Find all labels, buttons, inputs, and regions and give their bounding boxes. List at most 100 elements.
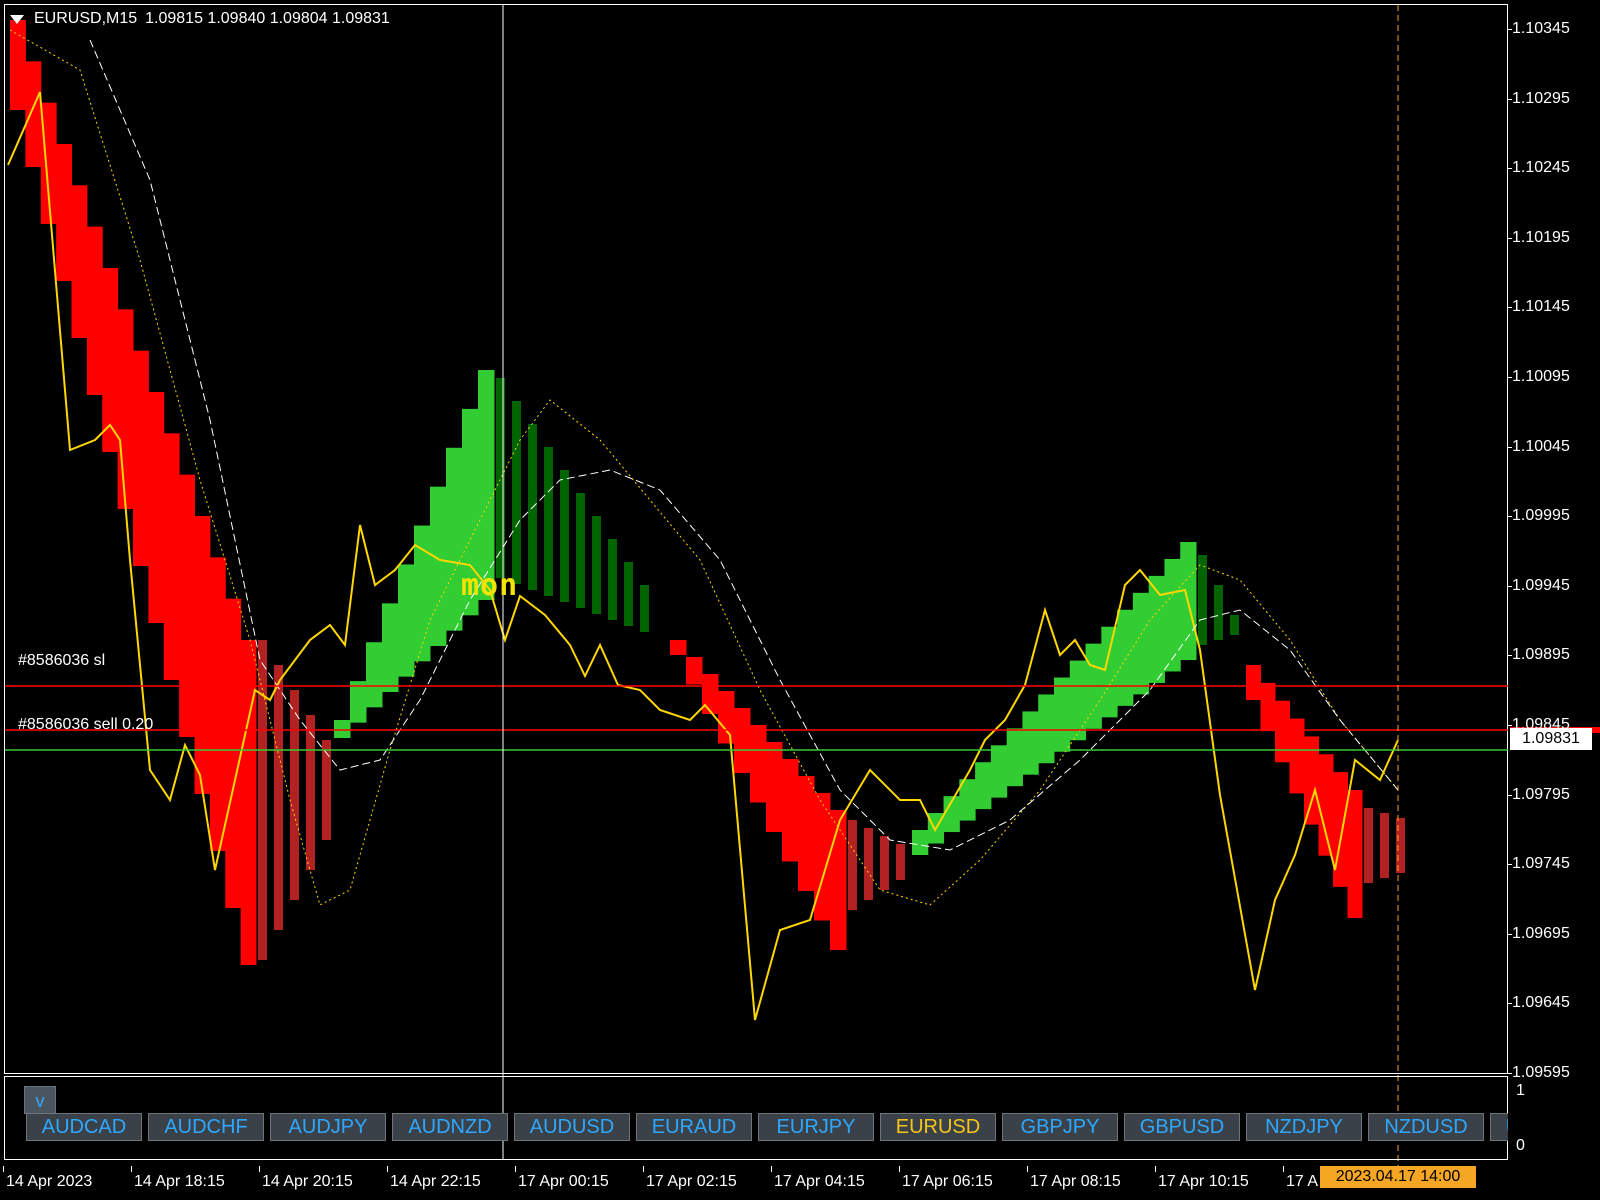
bull-fade-bar xyxy=(624,562,633,626)
bull-ribbon-bar xyxy=(1006,728,1023,787)
bear-ribbon-bar xyxy=(25,61,42,168)
price-tick: 1.09695 xyxy=(1507,924,1570,942)
toggle-pairs-button[interactable]: v xyxy=(24,1086,56,1114)
bear-fade-bar xyxy=(1364,808,1373,883)
time-tick: 17 Apr 02:15 xyxy=(643,1166,737,1190)
symbol-button-audchf[interactable]: AUDCHF xyxy=(148,1113,264,1141)
symbol-timeframe: EURUSD,M15 xyxy=(34,10,138,27)
bull-ribbon-bar xyxy=(382,603,399,692)
bear-ribbon-bar xyxy=(179,474,195,737)
bull-ribbon-bar xyxy=(350,681,367,723)
symbol-button-gbpjpy[interactable]: GBPJPY xyxy=(1002,1113,1118,1141)
price-tick: 1.10295 xyxy=(1507,89,1570,107)
bear-ribbon-bar xyxy=(1246,665,1261,700)
bear-ribbon-bar xyxy=(734,708,751,773)
bull-ribbon-bar xyxy=(1022,711,1039,775)
bear-fade-bar xyxy=(274,665,283,930)
bear-fade-bar xyxy=(880,836,889,890)
time-tick: 17 Apr 00:15 xyxy=(515,1166,609,1190)
bear-ribbon-bar xyxy=(1318,754,1334,856)
bear-ribbon-bar xyxy=(56,144,72,281)
bull-fade-bar xyxy=(1230,615,1239,635)
bear-ribbon-bar xyxy=(133,350,149,566)
price-tick: 1.10345 xyxy=(1507,20,1570,37)
bear-fade-bar xyxy=(864,828,873,900)
sell-order-label: #8586036 sell 0.20 xyxy=(18,716,154,733)
bear-fade-bar xyxy=(306,715,315,870)
price-tick: 1.10145 xyxy=(1507,298,1570,316)
bear-fade-bar xyxy=(896,844,905,880)
bull-fade-bar xyxy=(576,493,585,608)
chart-plot xyxy=(5,5,1600,1166)
bull-ribbon-bar xyxy=(1069,660,1087,741)
bull-ribbon-bar xyxy=(975,762,992,810)
bull-ribbon-bar xyxy=(334,720,351,738)
bear-ribbon-bar xyxy=(1347,790,1363,918)
bull-ribbon-bar xyxy=(990,745,1008,798)
sl-order-label: #8586036 sl xyxy=(18,652,106,669)
bull-ribbon-bar xyxy=(1164,558,1181,672)
menu-triangle-icon[interactable] xyxy=(10,14,24,24)
bear-fade-bar xyxy=(322,740,331,840)
price-tick: 1.10045 xyxy=(1507,437,1570,455)
bear-ribbon-bar xyxy=(782,759,799,862)
symbol-button-audcad[interactable]: AUDCAD xyxy=(26,1113,142,1141)
bear-ribbon-bar xyxy=(1260,682,1276,732)
price-tick: 1.09995 xyxy=(1507,507,1570,525)
bear-ribbon-bar xyxy=(225,598,242,908)
time-tick: 14 Apr 22:15 xyxy=(387,1166,481,1190)
bear-ribbon-bar xyxy=(702,674,719,714)
price-tick: 1.09595 xyxy=(1507,1064,1570,1081)
symbol-header: EURUSD,M15 1.09815 1.09840 1.09804 1.098… xyxy=(10,10,390,28)
bull-ribbon-bar xyxy=(1054,677,1071,752)
bear-ribbon-bar xyxy=(194,516,211,794)
price-tick: 1.09895 xyxy=(1507,646,1570,664)
bear-fade-bar xyxy=(848,820,857,910)
bear-ribbon-bar xyxy=(71,185,88,338)
bull-ribbon-bar xyxy=(366,642,383,708)
symbol-button-eurusd[interactable]: EURUSD xyxy=(880,1113,996,1141)
time-tick: 17 Apr 04:15 xyxy=(771,1166,865,1190)
time-tick: 17 Apr 06:15 xyxy=(899,1166,993,1190)
bull-ribbon-bar xyxy=(446,447,463,631)
cursor-time-label: 2023.04.17 14:00 xyxy=(1320,1166,1476,1188)
bull-ribbon-bar xyxy=(430,486,447,646)
bull-ribbon-bar xyxy=(1101,626,1118,718)
bear-ribbon-bar xyxy=(766,742,783,832)
symbol-button-nzdjpy[interactable]: NZDJPY xyxy=(1246,1113,1362,1141)
time-tick: 14 Apr 20:15 xyxy=(259,1166,353,1190)
price-tick: 1.10245 xyxy=(1507,159,1570,177)
bull-fade-bar xyxy=(496,378,505,578)
symbol-button-audjpy[interactable]: AUDJPY xyxy=(270,1113,386,1141)
session-label: mon xyxy=(461,568,519,603)
bull-fade-bar xyxy=(1214,585,1223,640)
symbol-button-bar: AUDCAD AUDCHF AUDJPY AUDNZD AUDUSD EURAUD EURJ… xyxy=(26,1113,1508,1143)
price-tick: 1.09945 xyxy=(1507,576,1570,594)
bull-fade-bar xyxy=(512,401,521,584)
price-axis: 1.10345 1.10295 1.10245 1.10195 1.10145 1.100… xyxy=(1507,0,1600,1166)
symbol-button-euraud[interactable]: EURAUD xyxy=(636,1113,752,1141)
symbol-button-audnzd[interactable]: AUDNZD xyxy=(392,1113,508,1141)
bull-fade-bar xyxy=(640,585,649,632)
time-tick: 17 Apr 08:15 xyxy=(1027,1166,1121,1190)
bear-ribbon-bar xyxy=(830,810,847,950)
bull-fade-bar xyxy=(1198,555,1207,645)
bull-ribbon-bar xyxy=(398,564,415,677)
time-tick: 14 Apr 18:15 xyxy=(131,1166,225,1190)
symbol-button-nzdusd[interactable]: NZDUSD xyxy=(1368,1113,1484,1141)
price-tick: 1.09645 xyxy=(1507,994,1570,1012)
symbol-button-eurjpy[interactable]: EURJPY xyxy=(758,1113,874,1141)
bear-ribbon-bar xyxy=(148,392,165,623)
bear-fade-bar xyxy=(290,690,299,900)
bear-ribbon-bar xyxy=(163,433,180,680)
bear-fade-bar xyxy=(1396,818,1405,873)
price-tick: 1.10195 xyxy=(1507,228,1570,246)
symbol-button-audusd[interactable]: AUDUSD xyxy=(514,1113,630,1141)
symbol-button-usdcad[interactable]: USDCAD xyxy=(1490,1113,1508,1141)
bear-ribbon-bar xyxy=(686,657,703,685)
price-tick: 1.09795 xyxy=(1507,785,1570,803)
bear-ribbon-bar xyxy=(750,725,767,803)
symbol-button-gbpusd[interactable]: GBPUSD xyxy=(1124,1113,1240,1141)
bear-ribbon-bar xyxy=(718,691,735,744)
bear-ribbon-bar xyxy=(240,640,257,965)
